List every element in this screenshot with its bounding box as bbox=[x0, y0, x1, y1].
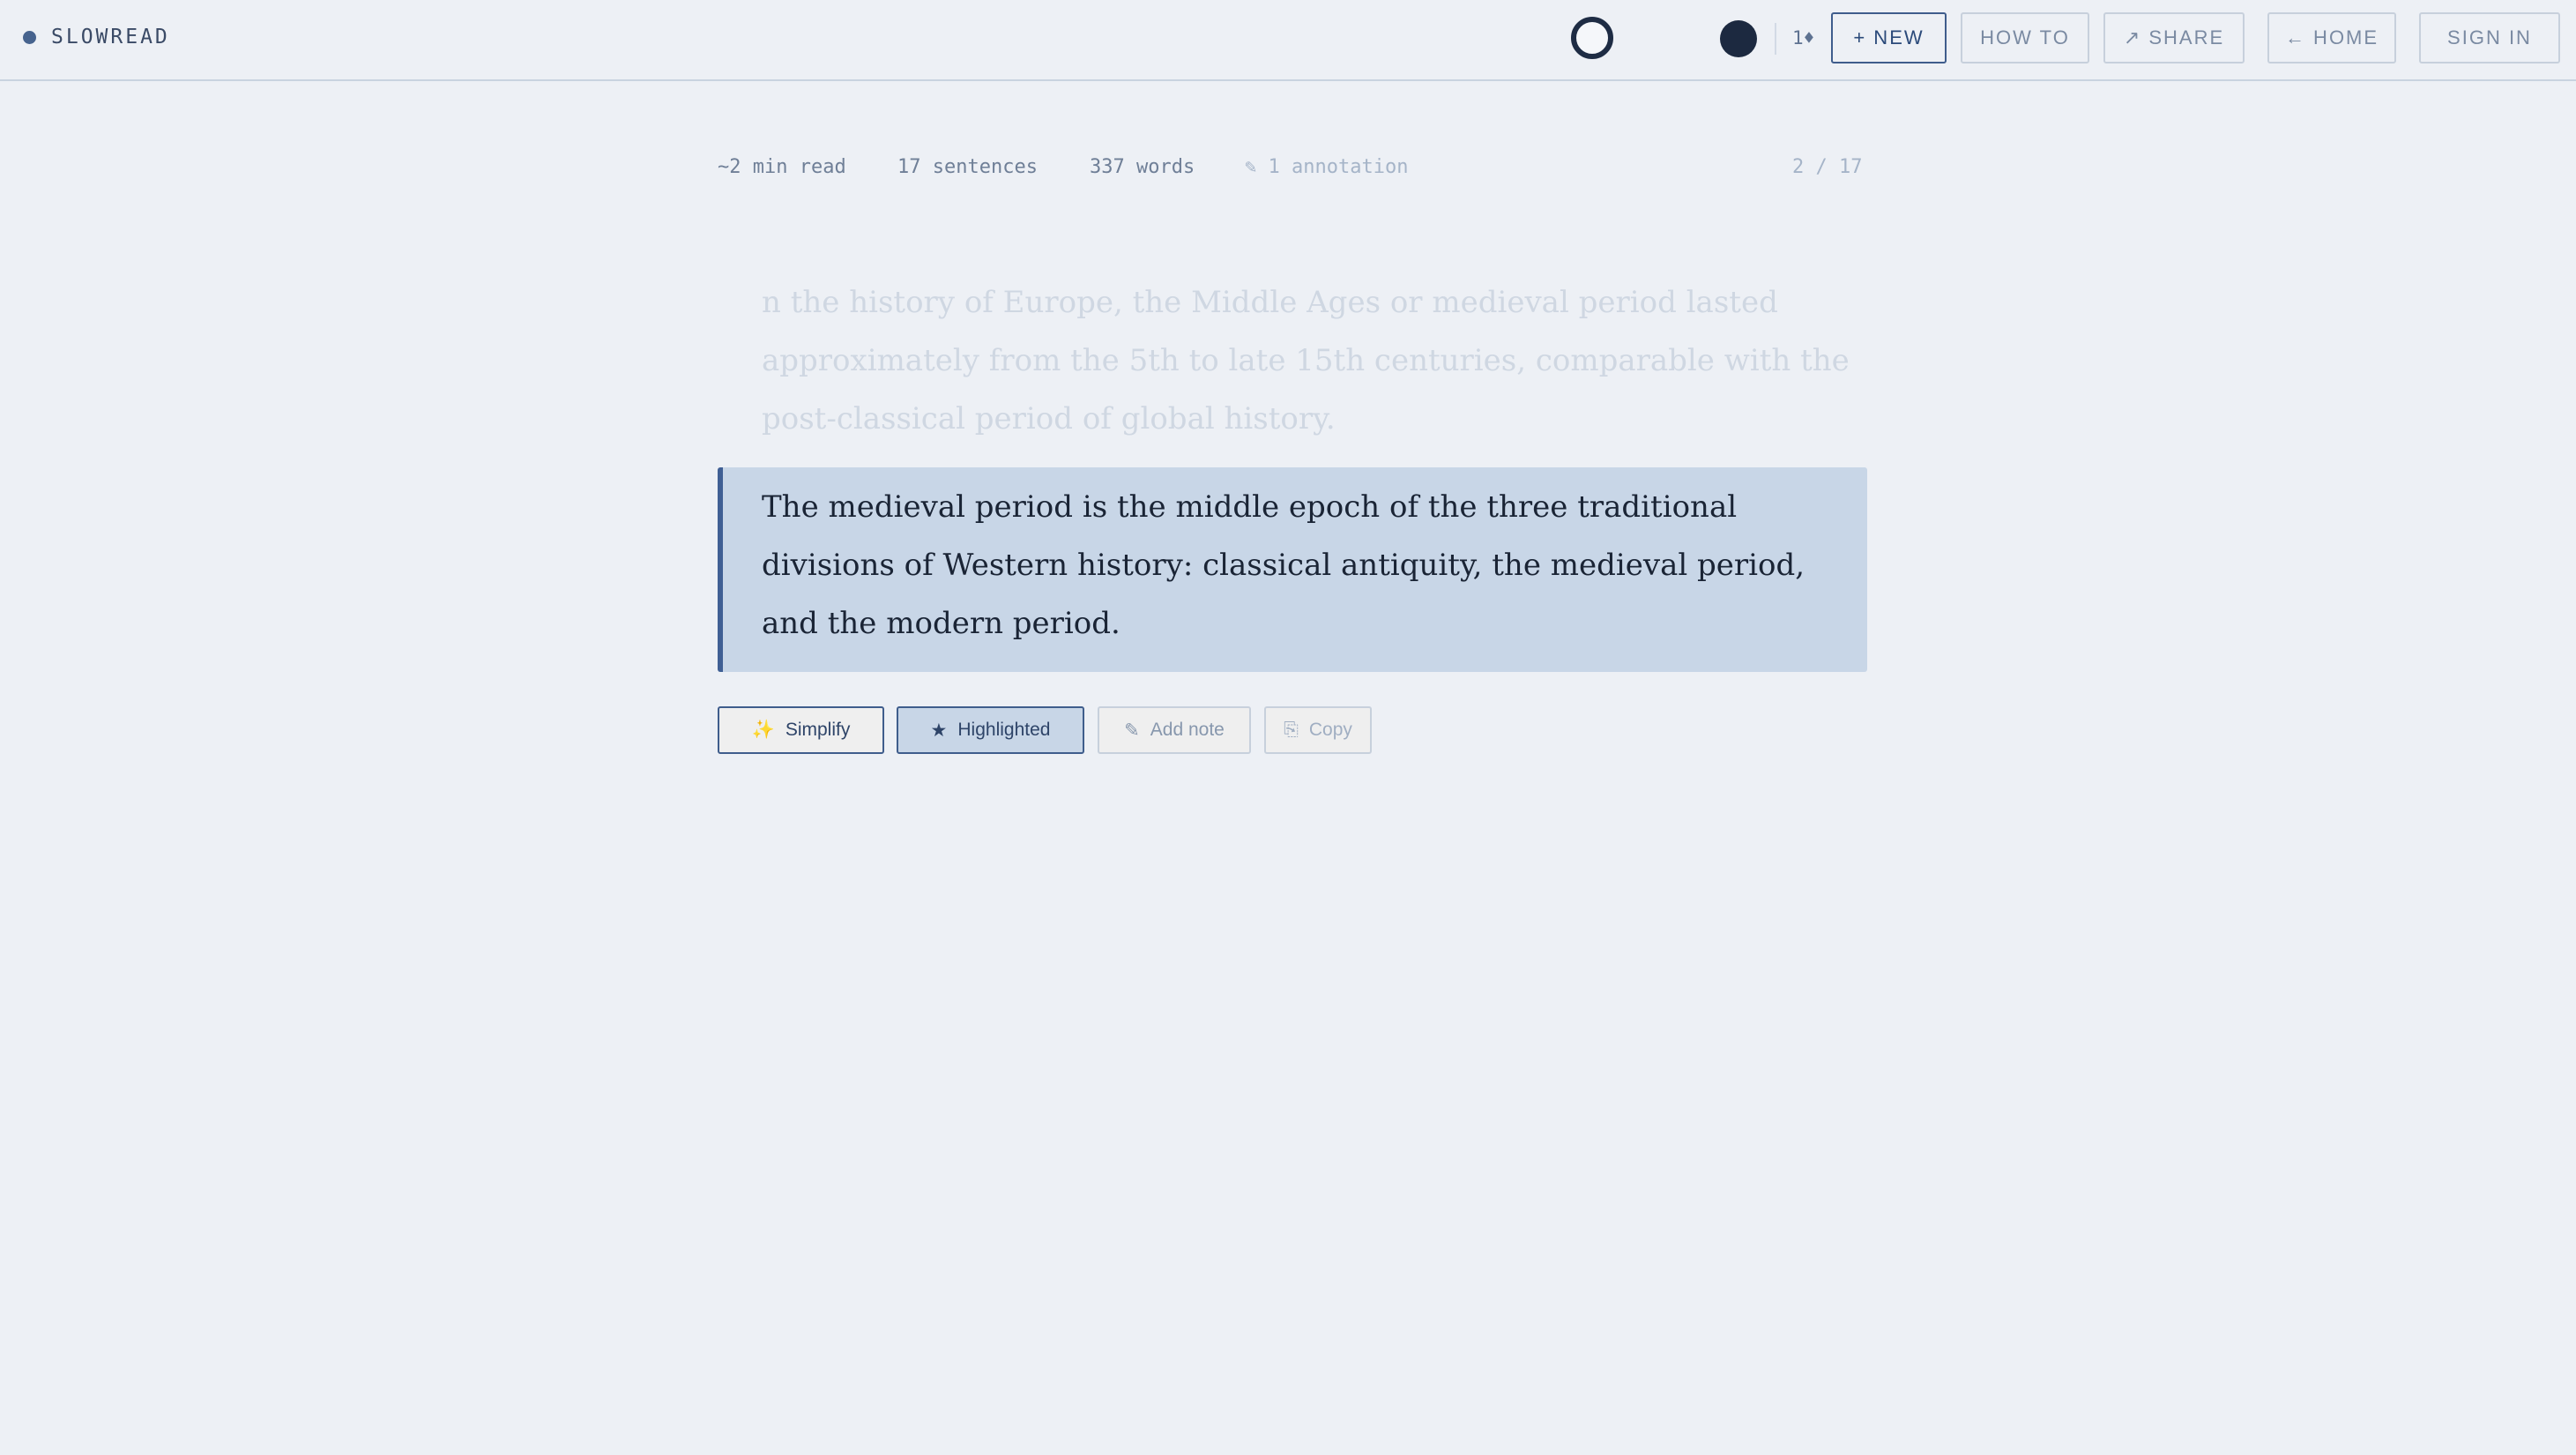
simplify-label: Simplify bbox=[785, 720, 851, 740]
brand-dot-icon bbox=[23, 30, 36, 44]
word-count: 337 words bbox=[1090, 156, 1195, 178]
add-note-label: Add note bbox=[1150, 720, 1225, 740]
pencil-icon: ✎ bbox=[1245, 156, 1257, 178]
home-button[interactable]: ← HOME bbox=[2267, 12, 2396, 63]
top-bar: SLOWREAD 1♦ + NEW HOW TO ↗ SHARE ← HOME … bbox=[0, 0, 2576, 81]
how-to-button[interactable]: HOW TO bbox=[1961, 12, 2089, 63]
copy-button[interactable]: ⎘ Copy bbox=[1264, 706, 1372, 754]
annotation-count[interactable]: ✎ 1 annotation bbox=[1245, 155, 1408, 180]
streak-counter: 1♦ bbox=[1792, 27, 1815, 48]
previous-sentence[interactable]: n the history of Europe, the Middle Ages… bbox=[762, 273, 1864, 448]
annotation-number: 1 bbox=[1268, 156, 1280, 178]
dark-theme-toggle[interactable] bbox=[1720, 20, 1757, 57]
sparkles-icon: ✨ bbox=[751, 720, 775, 740]
share-button[interactable]: ↗ SHARE bbox=[2103, 12, 2245, 63]
highlight-label: Highlighted bbox=[957, 720, 1051, 740]
star-icon: ★ bbox=[930, 720, 948, 741]
new-button[interactable]: + NEW bbox=[1831, 12, 1947, 63]
simplify-button[interactable]: ✨ Simplify bbox=[718, 706, 884, 754]
current-sentence-block: The medieval period is the middle epoch … bbox=[718, 467, 1867, 672]
sentence-count: 17 sentences bbox=[897, 156, 1038, 178]
annotation-label: annotation bbox=[1292, 156, 1409, 178]
copy-icon: ⎘ bbox=[1284, 720, 1299, 740]
sentence-position: 2 / 17 bbox=[1792, 156, 1863, 178]
highlight-button[interactable]: ★ Highlighted bbox=[897, 706, 1084, 754]
sign-in-button[interactable]: SIGN IN bbox=[2419, 12, 2560, 63]
brand[interactable]: SLOWREAD bbox=[23, 25, 170, 49]
pencil-icon: ✎ bbox=[1124, 720, 1140, 741]
light-theme-toggle[interactable] bbox=[1571, 17, 1613, 59]
copy-label: Copy bbox=[1308, 720, 1352, 740]
add-note-button[interactable]: ✎ Add note bbox=[1098, 706, 1251, 754]
header-divider bbox=[1775, 23, 1776, 55]
current-sentence: The medieval period is the middle epoch … bbox=[762, 489, 1805, 641]
brand-name: SLOWREAD bbox=[51, 26, 170, 48]
read-time: ~2 min read bbox=[718, 156, 846, 178]
